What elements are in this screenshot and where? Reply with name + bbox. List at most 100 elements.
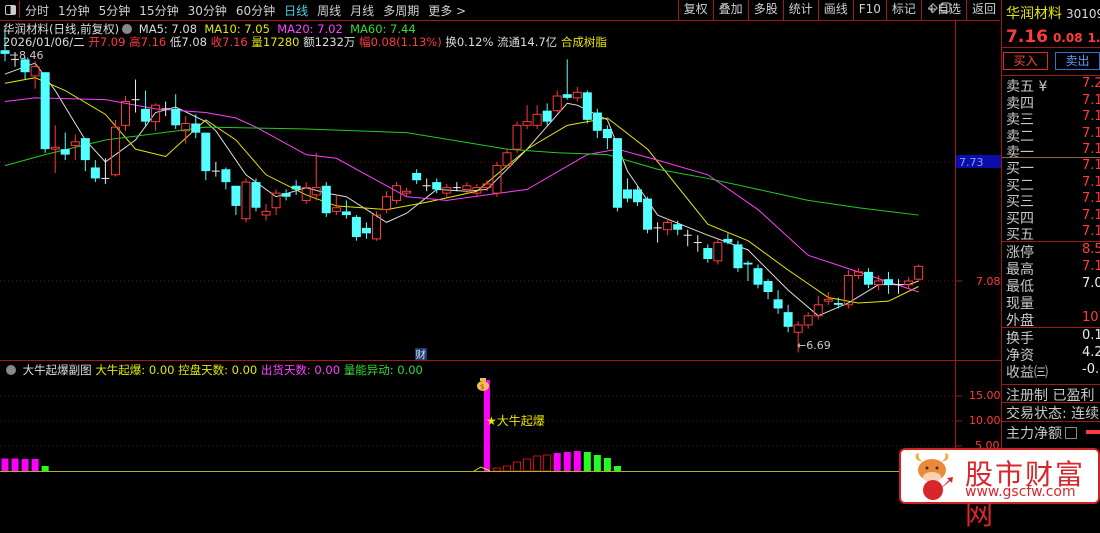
stats-row: 最低7.0 <box>1006 276 1100 295</box>
candle <box>773 290 783 314</box>
watermark-logo: 股市财富网 www.gscfw.com <box>899 448 1100 531</box>
candle-body <box>331 207 341 212</box>
price-mark-708: 7.08 <box>976 275 1001 288</box>
sub-bar <box>553 453 561 471</box>
candle-body <box>723 238 733 243</box>
bids-value: 7.1 <box>1082 207 1100 223</box>
sub-bar <box>503 465 511 472</box>
tab-1min[interactable]: 1分钟 <box>58 2 90 19</box>
close: 收7.16 <box>210 35 248 49</box>
candle-body <box>542 110 552 122</box>
candle-body <box>522 121 532 126</box>
candle <box>622 178 632 203</box>
candle-body <box>291 185 301 190</box>
stats-button[interactable]: 统计 <box>782 0 818 20</box>
sub-axis-15: 15.00 <box>969 389 1001 402</box>
candle-body <box>171 108 181 126</box>
price-change: 0.08 <box>1052 31 1083 45</box>
candle-body <box>622 189 632 199</box>
candle <box>763 279 773 300</box>
tab-monthly[interactable]: 月线 <box>350 2 374 19</box>
tab-intraday[interactable]: 分时 <box>25 2 49 19</box>
quote-panel: 华润材料 30109 7.16 0.08 1.1 买入 卖出 卖五 ¥7.2卖四7.1… <box>1001 0 1100 504</box>
tab-multi-period[interactable]: 多周期 <box>383 2 419 19</box>
stock-name-row: 华润材料 30109 <box>1006 3 1100 23</box>
kline-chart[interactable]: 7.73 7.08 8.46 ←6.69 财 $ ★大牛起爆 15.00 10.… <box>0 0 1001 504</box>
panel-icon <box>4 4 16 15</box>
bids-value: 7.1 <box>1082 158 1100 173</box>
candle <box>643 196 653 234</box>
signal-label: ★大牛起爆 <box>486 413 545 428</box>
tab-weekly[interactable]: 周线 <box>317 2 341 19</box>
last-price: 7.16 <box>1006 27 1048 47</box>
watermark-url: www.gscfw.com <box>965 484 1076 500</box>
candle-body <box>914 265 924 280</box>
event-marker[interactable]: 财 <box>416 348 427 361</box>
tab-30min[interactable]: 30分钟 <box>188 2 227 19</box>
panel-toggle-button[interactable] <box>1 1 20 18</box>
add-watchlist-button[interactable]: +自选 <box>920 0 966 20</box>
stock-code: 30109 <box>1066 7 1100 21</box>
candle-body <box>281 193 291 197</box>
candle-body <box>261 210 271 216</box>
candle-body <box>341 211 351 216</box>
candle <box>663 218 673 236</box>
candle-body <box>532 113 542 126</box>
svg-text:$: $ <box>480 383 484 391</box>
candle <box>11 52 20 67</box>
candle-body <box>753 268 763 285</box>
candle <box>803 312 813 329</box>
asks-value: 7.2 <box>1082 76 1100 91</box>
stats-value: 1072 <box>1082 310 1100 325</box>
candle-body <box>40 72 50 150</box>
candle-body <box>371 214 381 240</box>
candle <box>110 119 120 177</box>
sub-chart-title[interactable]: 大牛起爆副图 <box>23 363 92 377</box>
settings-icon[interactable] <box>122 24 133 34</box>
candle-body <box>833 302 843 305</box>
candle <box>552 90 562 113</box>
mark-button[interactable]: 标记 <box>885 0 921 20</box>
divider <box>1002 47 1100 48</box>
stats-value: 7.0 <box>1082 276 1100 291</box>
bids-value: 7.1 <box>1082 174 1100 190</box>
sub-field-4: 量能异动: 0.00 <box>343 363 423 377</box>
sub-bar <box>1 458 9 471</box>
draw-button[interactable]: 画线 <box>817 0 853 20</box>
sub-bar <box>21 459 29 471</box>
candle <box>753 264 763 289</box>
period-tabs: 分时 1分钟 5分钟 15分钟 30分钟 60分钟 日线 周线 月线 多周期 更… <box>25 2 475 19</box>
candle <box>251 178 261 212</box>
tab-60min[interactable]: 60分钟 <box>236 2 275 19</box>
candle-body <box>743 262 753 265</box>
candle-body <box>321 185 331 214</box>
price-mark-773: 7.73 <box>959 156 984 169</box>
candle-body <box>110 126 120 176</box>
candle-body <box>863 271 873 285</box>
sell-button[interactable]: 卖出 <box>1055 52 1100 70</box>
candle <box>673 220 683 236</box>
multi-stock-button[interactable]: 多股 <box>747 0 783 20</box>
candle-body <box>50 146 60 150</box>
buy-button[interactable]: 买入 <box>1003 52 1048 70</box>
candle-body <box>80 138 90 161</box>
tab-more[interactable]: 更多 > <box>428 2 466 19</box>
sector-link[interactable]: 合成树脂 <box>561 35 607 49</box>
overlay-button[interactable]: 叠加 <box>712 0 748 20</box>
candle <box>743 260 753 281</box>
back-button[interactable]: 返回 <box>965 0 1001 20</box>
candle-body <box>351 216 361 238</box>
sub-bar <box>11 458 19 471</box>
tab-5min[interactable]: 5分钟 <box>99 2 131 19</box>
tab-15min[interactable]: 15分钟 <box>139 2 178 19</box>
main-net-bar <box>1086 430 1100 434</box>
sub-chart-legend: 大牛起爆副图 大牛起爆: 0.00 控盘天数: 0.00 出货天数: 0.00 … <box>3 362 423 378</box>
list-icon[interactable] <box>1065 427 1077 439</box>
adjust-button[interactable]: 复权 <box>677 0 713 20</box>
candle <box>90 160 100 183</box>
f10-button[interactable]: F10 <box>852 0 886 20</box>
candle <box>512 121 522 153</box>
sub-settings-icon[interactable] <box>6 365 16 375</box>
tab-daily[interactable]: 日线 <box>284 2 308 19</box>
candle-body <box>793 324 803 333</box>
